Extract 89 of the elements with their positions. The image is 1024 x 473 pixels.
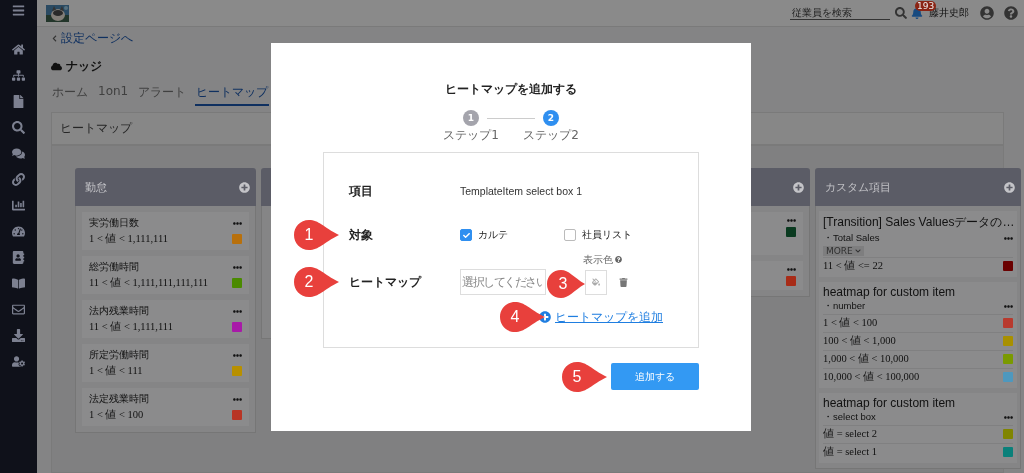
back-link[interactable]: 設定ページへ [51, 32, 1004, 45]
add-icon[interactable] [239, 181, 250, 193]
checkbox-label[interactable]: 社員リスト [582, 228, 632, 242]
step-label: ステップ1 [443, 127, 499, 144]
download-icon[interactable] [12, 329, 25, 342]
step-label: ステップ2 [523, 127, 579, 144]
card-subtitle: ・select box [823, 411, 876, 424]
modal-title: ヒートマップを追加する [445, 81, 577, 98]
callout-marker: 3 [547, 269, 585, 298]
page-title: ナッジ [66, 57, 102, 75]
range-text: 1 < 値 < 1,111,111 [89, 232, 169, 246]
card-subtitle: ・Total Sales [823, 232, 880, 245]
field-label: 対象 [349, 226, 374, 244]
check-icon [462, 231, 470, 239]
range-text: 1 < 値 < 100 [823, 316, 878, 330]
step-indicator: 2 [543, 110, 559, 126]
checkbox-label[interactable]: カルテ [478, 228, 508, 242]
more-icon[interactable] [1004, 413, 1013, 422]
cloud-icon [51, 60, 62, 72]
card-title: 法定残業時間 [89, 392, 149, 406]
plus-icon [539, 311, 551, 323]
contact-icon[interactable] [12, 251, 25, 264]
book-icon[interactable] [12, 277, 25, 290]
range-text: 1 < 値 < 100 [89, 408, 144, 422]
checkbox[interactable] [460, 229, 472, 241]
gauge-icon[interactable] [12, 225, 25, 238]
callout-marker: 4 [499, 301, 545, 333]
range-text: 11 < 値 < 1,111,111,111,111 [89, 276, 209, 290]
home-icon[interactable] [12, 43, 25, 56]
card-title: heatmap for custom item [823, 285, 957, 299]
more-icon[interactable] [1004, 302, 1013, 311]
more-icon[interactable] [787, 216, 796, 225]
add-icon[interactable] [793, 181, 804, 193]
field-label: 項目 [349, 182, 374, 200]
help-icon[interactable] [1004, 6, 1018, 20]
link-icon[interactable] [12, 173, 25, 186]
card-title: 実労働日数 [89, 216, 139, 230]
card-title: heatmap for custom item [823, 396, 957, 410]
range-text: 11 < 値 < 1,111,111 [89, 320, 173, 334]
add-icon[interactable] [1004, 181, 1015, 193]
checkbox[interactable] [564, 229, 576, 241]
field-label: ヒートマップ [349, 273, 423, 291]
card-title: [Transition] Sales Valuesデータの… [823, 214, 1013, 231]
callout-marker: 2 [293, 266, 339, 298]
more-icon[interactable] [1004, 234, 1013, 243]
card-title: 所定労働時間 [89, 348, 149, 362]
avatar-icon[interactable] [980, 6, 994, 20]
add-button[interactable]: 追加する [611, 363, 699, 390]
chart-icon[interactable] [12, 199, 25, 212]
more-icon[interactable] [787, 265, 796, 274]
user-gear-icon[interactable] [12, 355, 25, 368]
range-text: 1,000 < 値 < 10,000 [823, 352, 909, 366]
color-label: 表示色 [583, 252, 613, 267]
card-title: 総労働時間 [89, 260, 139, 274]
sitemap-icon[interactable] [12, 69, 25, 82]
chevron-left-icon [51, 35, 58, 42]
search-icon[interactable] [895, 7, 907, 19]
callout-marker: 1 [293, 219, 339, 251]
step-indicator: 1 [463, 110, 479, 126]
tab[interactable]: アラート [137, 83, 188, 106]
field-value: TemplateItem select box 1 [460, 185, 582, 197]
menu-icon[interactable] [12, 4, 25, 17]
card-title: 法内残業時間 [89, 304, 149, 318]
document-icon[interactable] [12, 95, 25, 108]
more-toggle[interactable]: MORE [823, 246, 864, 256]
callout-marker: 5 [561, 361, 607, 393]
range-text: 100 < 値 < 1,000 [823, 334, 896, 348]
help-icon[interactable] [615, 256, 622, 263]
tab[interactable]: ヒートマップ [195, 83, 270, 106]
mail-icon[interactable] [12, 303, 25, 316]
range-text: 10,000 < 値 < 100,000 [823, 370, 920, 384]
chat-icon[interactable] [12, 147, 25, 160]
range-text: 値 = select 2 [823, 427, 877, 441]
search-icon[interactable] [12, 121, 25, 134]
range-text: 11 < 値 <= 22 [823, 259, 883, 273]
select-field[interactable]: 選択してください [460, 269, 546, 295]
column-title: 勤怠 [85, 179, 107, 195]
search-field[interactable]: 従業員を検索 [790, 6, 890, 20]
paint-bucket-icon [592, 278, 600, 286]
step-connector [487, 118, 535, 119]
range-text: 1 < 値 < 111 [89, 364, 143, 378]
range-text: 値 = select 1 [823, 445, 877, 459]
tab[interactable]: ホーム [51, 83, 89, 106]
caret-icon [854, 248, 861, 254]
color-button[interactable] [585, 269, 607, 295]
column-title: カスタム項目 [825, 179, 891, 195]
tab[interactable]: 1on1 [97, 83, 130, 106]
card-subtitle: ・number [823, 300, 866, 313]
trash-icon[interactable] [619, 277, 628, 287]
